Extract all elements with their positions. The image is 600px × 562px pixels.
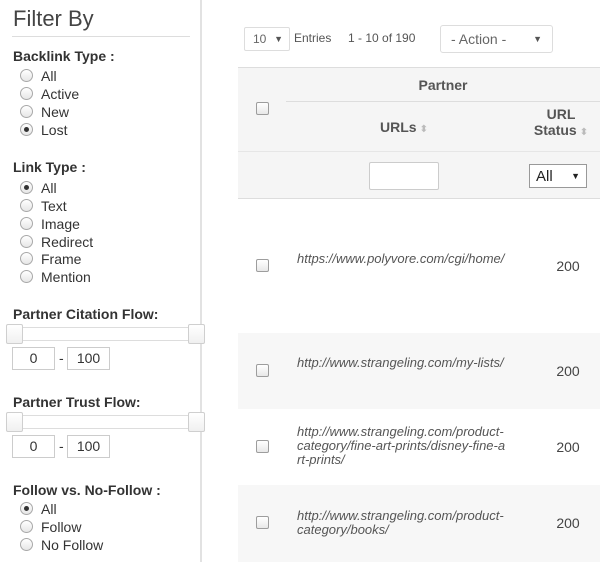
row-url[interactable]: https://www.polyvore.com/cgi/home/ <box>297 252 509 266</box>
follow-follow-radio[interactable]: Follow <box>20 518 81 535</box>
radio-label: Lost <box>41 121 68 138</box>
follow-title: Follow vs. No-Follow : <box>13 482 161 498</box>
slider-max-handle[interactable] <box>188 324 205 344</box>
entries-label: Entries <box>294 31 332 45</box>
link-type-image-radio[interactable]: Image <box>20 215 80 232</box>
radio-checked-icon[interactable] <box>20 181 33 194</box>
status-filter-select[interactable]: All ▼ <box>529 164 587 188</box>
partner-group-header: Partner <box>286 68 600 102</box>
url-status-column-header[interactable]: URL Status ⬍ <box>522 106 600 141</box>
trust-flow-title: Partner Trust Flow: <box>13 394 141 410</box>
filter-sidebar: Filter By Backlink Type : All Active New… <box>0 0 205 562</box>
citation-flow-min-input[interactable]: 0 <box>12 347 55 370</box>
link-type-frame-radio[interactable]: Frame <box>20 250 81 267</box>
radio-icon[interactable] <box>20 235 33 248</box>
radio-label: All <box>41 67 57 84</box>
slider-min-handle[interactable] <box>6 412 23 432</box>
backlinks-table: Partner URLs ⬍ URL Status ⬍ All ▼ https://… <box>238 67 600 562</box>
row-checkbox[interactable] <box>256 259 269 272</box>
radio-label: No Follow <box>41 536 104 553</box>
backlink-type-active-radio[interactable]: Active <box>20 85 79 102</box>
urls-header-label: URLs <box>380 119 417 135</box>
radio-label: Image <box>41 215 80 232</box>
radio-icon[interactable] <box>20 199 33 212</box>
row-url[interactable]: http://www.strangeling.com/my-lists/ <box>297 356 509 370</box>
radio-label: Text <box>41 197 67 214</box>
row-status: 200 <box>556 439 580 455</box>
filter-title: Filter By <box>13 6 94 31</box>
radio-label: Active <box>41 85 80 102</box>
follow-all-radio[interactable]: All <box>20 500 57 517</box>
caret-down-icon: ▼ <box>533 34 542 44</box>
citation-flow-title: Partner Citation Flow: <box>13 306 159 322</box>
caret-down-icon: ▼ <box>571 171 580 181</box>
range-dash: - <box>59 438 64 454</box>
column-filter-row: All ▼ <box>238 151 600 199</box>
link-type-mention-radio[interactable]: Mention <box>20 268 91 285</box>
row-status: 200 <box>556 258 580 274</box>
table-header: Partner URLs ⬍ URL Status ⬍ <box>238 67 600 151</box>
table-row: http://www.strangeling.com/my-lists/ 200 <box>238 333 600 409</box>
follow-nofollow-radio[interactable]: No Follow <box>20 536 103 553</box>
table-row: http://www.strangeling.com/product-categ… <box>238 409 600 485</box>
entries-per-page-select[interactable]: 10 ▼ <box>244 27 290 51</box>
row-checkbox[interactable] <box>256 516 269 529</box>
radio-icon[interactable] <box>20 538 33 551</box>
radio-icon[interactable] <box>20 217 33 230</box>
caret-down-icon: ▼ <box>274 34 283 44</box>
trust-flow-min-input[interactable]: 0 <box>12 435 55 458</box>
citation-flow-max-input[interactable]: 100 <box>67 347 110 370</box>
link-type-all-radio[interactable]: All <box>20 179 57 196</box>
backlink-type-new-radio[interactable]: New <box>20 103 69 120</box>
radio-checked-icon[interactable] <box>20 123 33 136</box>
row-status: 200 <box>556 515 580 531</box>
backlink-type-lost-radio[interactable]: Lost <box>20 121 67 138</box>
radio-checked-icon[interactable] <box>20 502 33 515</box>
status-header-line1: URL <box>546 106 576 122</box>
slider-max-handle[interactable] <box>188 412 205 432</box>
radio-label: Redirect <box>41 233 94 250</box>
select-all-checkbox[interactable] <box>256 102 269 115</box>
action-label: - Action - <box>451 31 507 47</box>
radio-label: All <box>41 179 57 196</box>
row-checkbox[interactable] <box>256 364 269 377</box>
row-url[interactable]: http://www.strangeling.com/product-categ… <box>297 509 509 537</box>
backlink-type-all-radio[interactable]: All <box>20 67 57 84</box>
urls-column-header[interactable]: URLs ⬍ <box>286 102 522 152</box>
slider-min-handle[interactable] <box>6 324 23 344</box>
status-filter-value: All <box>536 167 553 185</box>
link-type-redirect-radio[interactable]: Redirect <box>20 233 93 250</box>
table-row: http://www.strangeling.com/product-categ… <box>238 485 600 562</box>
radio-icon[interactable] <box>20 270 33 283</box>
row-checkbox[interactable] <box>256 440 269 453</box>
radio-icon[interactable] <box>20 520 33 533</box>
radio-icon[interactable] <box>20 252 33 265</box>
radio-label: All <box>41 500 57 517</box>
status-header-line2: Status <box>533 122 577 138</box>
url-filter-input[interactable] <box>369 162 439 190</box>
trust-flow-max-input[interactable]: 100 <box>67 435 110 458</box>
radio-label: Frame <box>41 250 82 267</box>
range-dash: - <box>59 350 64 366</box>
entries-range: 1 - 10 of 190 <box>348 31 416 45</box>
radio-label: Mention <box>41 268 91 285</box>
radio-label: Follow <box>41 518 82 535</box>
action-select[interactable]: - Action - ▼ <box>440 25 553 53</box>
citation-flow-slider[interactable] <box>6 324 205 344</box>
link-type-text-radio[interactable]: Text <box>20 197 67 214</box>
radio-icon[interactable] <box>20 105 33 118</box>
backlink-type-title: Backlink Type : <box>13 48 115 64</box>
row-status: 200 <box>556 363 580 379</box>
divider <box>12 36 190 37</box>
row-url[interactable]: http://www.strangeling.com/product-categ… <box>297 425 509 467</box>
radio-icon[interactable] <box>20 87 33 100</box>
radio-icon[interactable] <box>20 69 33 82</box>
entries-value: 10 <box>253 32 267 46</box>
radio-label: New <box>41 103 70 120</box>
sort-icon[interactable]: ⬍ <box>580 127 588 138</box>
sort-icon[interactable]: ⬍ <box>420 124 428 135</box>
link-type-title: Link Type : <box>13 159 86 175</box>
table-row: https://www.polyvore.com/cgi/home/ 200 <box>238 199 600 333</box>
trust-flow-slider[interactable] <box>6 412 205 432</box>
